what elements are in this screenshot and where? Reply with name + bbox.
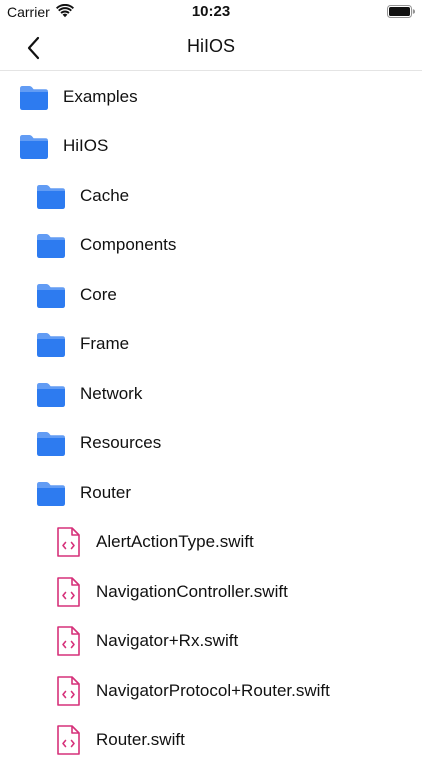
- clock: 10:23: [0, 3, 422, 20]
- folder-icon: [35, 330, 67, 358]
- folder-icon: [18, 132, 50, 160]
- file-row[interactable]: NavigatorProtocol+Router.swift: [0, 666, 422, 716]
- folder-icon: [35, 380, 67, 408]
- battery-icon: [387, 5, 415, 18]
- file-icon-wrap: [52, 576, 84, 608]
- file-name: NavigationController.swift: [96, 582, 288, 602]
- folder-name: Router: [80, 483, 131, 503]
- folder-row[interactable]: Frame: [0, 320, 422, 370]
- swift-file-icon: [54, 724, 82, 756]
- folder-icon-wrap: [35, 427, 67, 459]
- folder-row[interactable]: Cache: [0, 171, 422, 221]
- folder-icon-wrap: [35, 378, 67, 410]
- file-row[interactable]: Navigator+Rx.swift: [0, 617, 422, 667]
- file-icon-wrap: [52, 724, 84, 756]
- folder-name: Network: [80, 384, 142, 404]
- folder-icon-wrap: [18, 130, 50, 162]
- folder-icon-wrap: [35, 477, 67, 509]
- folder-row[interactable]: HiIOS: [0, 122, 422, 172]
- file-name: NavigatorProtocol+Router.swift: [96, 681, 330, 701]
- file-tree: Examples HiIOS Cache Components Core Frame Net…: [0, 72, 422, 765]
- swift-file-icon: [54, 526, 82, 558]
- file-row[interactable]: AlertActionType.swift: [0, 518, 422, 568]
- folder-icon-wrap: [35, 279, 67, 311]
- folder-row[interactable]: Network: [0, 369, 422, 419]
- status-bar: Carrier 10:23: [0, 0, 422, 24]
- folder-icon: [35, 479, 67, 507]
- folder-icon: [35, 281, 67, 309]
- navigation-bar: HiIOS: [0, 24, 422, 71]
- folder-row[interactable]: Examples: [0, 72, 422, 122]
- chevron-left-icon: [20, 35, 50, 61]
- folder-row[interactable]: Components: [0, 221, 422, 271]
- file-name: AlertActionType.swift: [96, 532, 254, 552]
- file-icon-wrap: [52, 526, 84, 558]
- folder-icon-wrap: [18, 81, 50, 113]
- folder-name: Core: [80, 285, 117, 305]
- folder-row[interactable]: Router: [0, 468, 422, 518]
- swift-file-icon: [54, 625, 82, 657]
- folder-icon-wrap: [35, 229, 67, 261]
- folder-icon: [35, 182, 67, 210]
- file-icon-wrap: [52, 625, 84, 657]
- swift-file-icon: [54, 576, 82, 608]
- swift-file-icon: [54, 675, 82, 707]
- folder-row[interactable]: Core: [0, 270, 422, 320]
- back-button[interactable]: [20, 35, 50, 61]
- file-row[interactable]: NavigationController.swift: [0, 567, 422, 617]
- file-icon-wrap: [52, 675, 84, 707]
- folder-name: Frame: [80, 334, 129, 354]
- folder-icon-wrap: [35, 180, 67, 212]
- folder-icon: [35, 429, 67, 457]
- folder-row[interactable]: Resources: [0, 419, 422, 469]
- file-row[interactable]: Router.swift: [0, 716, 422, 765]
- folder-name: Examples: [63, 87, 138, 107]
- folder-name: Cache: [80, 186, 129, 206]
- page-title: HiIOS: [0, 36, 422, 57]
- folder-icon-wrap: [35, 328, 67, 360]
- folder-name: Components: [80, 235, 176, 255]
- folder-name: HiIOS: [63, 136, 108, 156]
- file-name: Router.swift: [96, 730, 185, 750]
- folder-icon: [35, 231, 67, 259]
- folder-icon: [18, 83, 50, 111]
- folder-name: Resources: [80, 433, 161, 453]
- file-name: Navigator+Rx.swift: [96, 631, 238, 651]
